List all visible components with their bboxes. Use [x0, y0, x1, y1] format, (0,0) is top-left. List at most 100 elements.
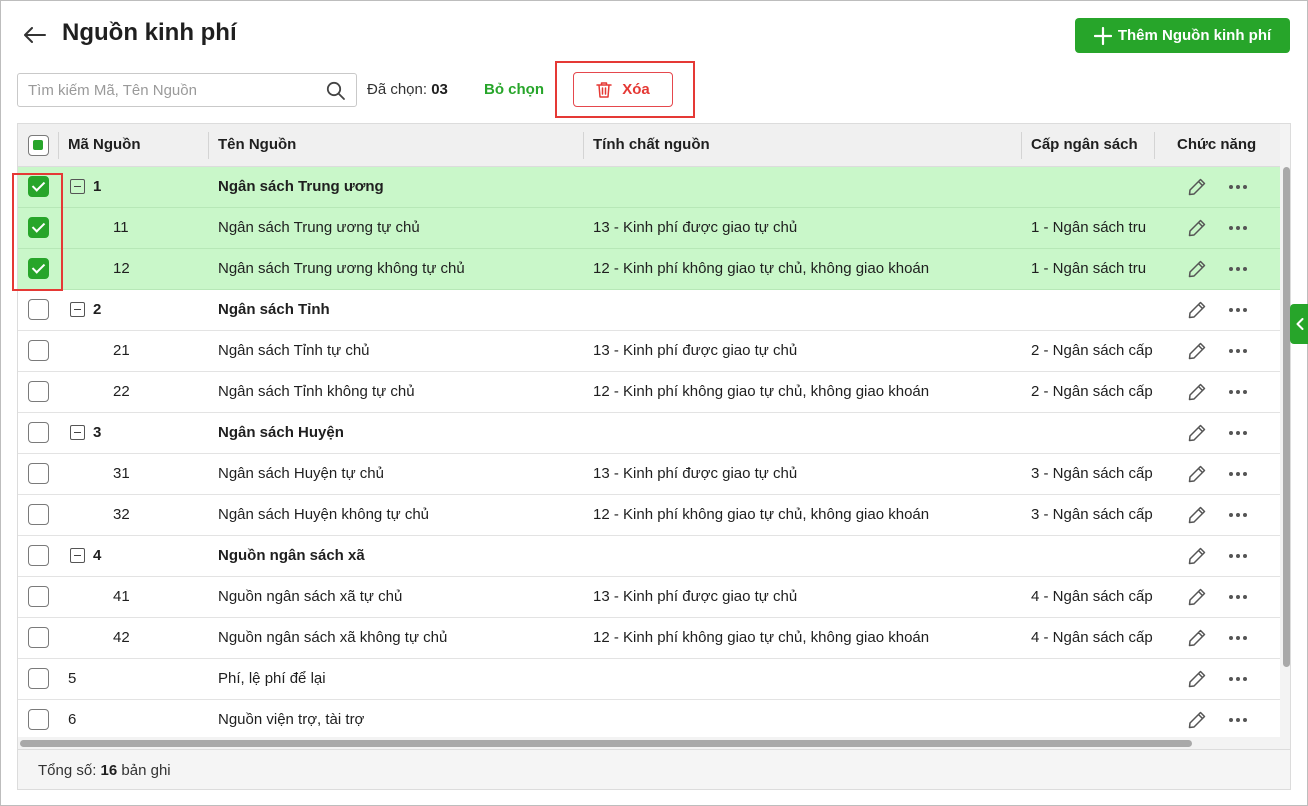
search-box	[17, 73, 357, 107]
collapse-minus-icon[interactable]	[70, 548, 85, 563]
pencil-icon[interactable]	[1187, 710, 1207, 730]
table-row[interactable]: 21 Ngân sách Tỉnh tự chủ 13 - Kinh phí đượ…	[18, 331, 1280, 372]
table-footer: Tổng số: 16 bản ghi	[18, 749, 1290, 789]
table-row[interactable]: 3 Ngân sách Huyện	[18, 413, 1280, 454]
add-funding-source-button[interactable]: Thêm Nguồn kinh phí	[1075, 18, 1290, 53]
table-row[interactable]: 11 Ngân sách Trung ương tự chủ 13 - Kinh p…	[18, 208, 1280, 249]
table-row[interactable]: 12 Ngân sách Trung ương không tự chủ 12 - …	[18, 249, 1280, 290]
collapse-minus-icon[interactable]	[70, 425, 85, 440]
more-horizontal-icon[interactable]	[1226, 464, 1250, 484]
pencil-icon[interactable]	[1187, 546, 1207, 566]
pencil-icon[interactable]	[1187, 382, 1207, 402]
more-horizontal-icon[interactable]	[1226, 710, 1250, 730]
pencil-icon[interactable]	[1187, 300, 1207, 320]
search-icon[interactable]	[326, 81, 346, 101]
more-horizontal-icon[interactable]	[1226, 505, 1250, 525]
table-row[interactable]: 42 Nguồn ngân sách xã không tự chủ 12 - Ki…	[18, 618, 1280, 659]
collapse-minus-icon[interactable]	[70, 179, 85, 194]
table-header: Mã Nguồn Tên Nguồn Tính chất nguồn Cấp n…	[18, 124, 1280, 167]
more-horizontal-icon[interactable]	[1226, 259, 1250, 279]
row-checkbox[interactable]	[28, 299, 49, 320]
cell-code: 5	[68, 670, 77, 687]
deselect-button[interactable]: Bỏ chọn	[484, 81, 544, 98]
more-horizontal-icon[interactable]	[1226, 218, 1250, 238]
row-checkbox[interactable]	[28, 709, 49, 730]
table-row[interactable]: 41 Nguồn ngân sách xã tự chủ 13 - Kinh phí…	[18, 577, 1280, 618]
more-horizontal-icon[interactable]	[1226, 669, 1250, 689]
horizontal-scrollbar[interactable]	[18, 737, 1280, 749]
cell-name: Nguồn ngân sách xã tự chủ	[218, 588, 403, 605]
vertical-scrollbar[interactable]	[1280, 124, 1290, 749]
column-header-actions: Chức năng	[1177, 136, 1257, 153]
cell-code: 12	[113, 260, 130, 277]
table-row[interactable]: 22 Ngân sách Tỉnh không tự chủ 12 - Kinh p…	[18, 372, 1280, 413]
pencil-icon[interactable]	[1187, 177, 1207, 197]
collapse-minus-icon[interactable]	[70, 302, 85, 317]
pencil-icon[interactable]	[1187, 218, 1207, 238]
cell-nature	[593, 290, 1018, 330]
more-horizontal-icon[interactable]	[1226, 341, 1250, 361]
cell-code: 1	[93, 178, 102, 195]
pencil-icon[interactable]	[1187, 259, 1207, 279]
row-checkbox[interactable]	[28, 340, 49, 361]
table-row[interactable]: 1 Ngân sách Trung ương	[18, 167, 1280, 208]
table-row[interactable]: 4 Nguồn ngân sách xã	[18, 536, 1280, 577]
select-all-checkbox[interactable]	[28, 135, 49, 156]
pencil-icon[interactable]	[1187, 669, 1207, 689]
side-panel-toggle[interactable]	[1290, 304, 1308, 344]
more-horizontal-icon[interactable]	[1226, 423, 1250, 443]
column-divider	[208, 132, 209, 159]
more-horizontal-icon[interactable]	[1226, 382, 1250, 402]
row-checkbox[interactable]	[28, 545, 49, 566]
search-input[interactable]	[18, 74, 318, 106]
more-horizontal-icon[interactable]	[1226, 587, 1250, 607]
column-header-nature[interactable]: Tính chất nguồn	[593, 124, 710, 167]
more-horizontal-icon[interactable]	[1226, 546, 1250, 566]
row-checkbox[interactable]	[28, 381, 49, 402]
cell-name: Ngân sách Huyện không tự chủ	[218, 506, 430, 523]
column-header-code[interactable]: Mã Nguồn	[68, 124, 141, 167]
chevron-left-icon	[1296, 318, 1303, 330]
pencil-icon[interactable]	[1187, 628, 1207, 648]
table-row[interactable]: 31 Ngân sách Huyện tự chủ 13 - Kinh phí đư…	[18, 454, 1280, 495]
table-row[interactable]: 5 Phí, lệ phí để lại	[18, 659, 1280, 700]
column-divider	[583, 132, 584, 159]
pencil-icon[interactable]	[1187, 587, 1207, 607]
cell-name: Ngân sách Trung ương không tự chủ	[218, 260, 465, 277]
pencil-icon[interactable]	[1187, 464, 1207, 484]
cell-code: 31	[113, 465, 130, 482]
row-checkbox[interactable]	[28, 627, 49, 648]
back-button[interactable]	[21, 23, 49, 47]
cell-name: Ngân sách Trung ương	[218, 178, 384, 195]
cell-budget-level	[1031, 290, 1154, 330]
cell-name: Nguồn ngân sách xã	[218, 547, 365, 564]
trash-icon	[596, 82, 612, 98]
table-row[interactable]: 2 Ngân sách Tỉnh	[18, 290, 1280, 331]
table-row[interactable]: 6 Nguồn viện trợ, tài trợ	[18, 700, 1280, 741]
vertical-scrollbar-thumb[interactable]	[1283, 167, 1290, 667]
table-row[interactable]: 32 Ngân sách Huyện không tự chủ 12 - Kinh …	[18, 495, 1280, 536]
row-checkbox[interactable]	[28, 422, 49, 443]
row-checkbox[interactable]	[28, 668, 49, 689]
cell-name: Ngân sách Tỉnh tự chủ	[218, 342, 370, 359]
more-horizontal-icon[interactable]	[1226, 300, 1250, 320]
cell-code: 3	[93, 424, 102, 441]
pencil-icon[interactable]	[1187, 423, 1207, 443]
row-checkbox[interactable]	[28, 504, 49, 525]
column-header-name[interactable]: Tên Nguồn	[218, 124, 296, 167]
row-checkbox[interactable]	[28, 463, 49, 484]
column-header-budget-level[interactable]: Cấp ngân sách	[1031, 124, 1138, 167]
horizontal-scrollbar-thumb[interactable]	[20, 740, 1192, 747]
row-checkbox[interactable]	[28, 586, 49, 607]
pencil-icon[interactable]	[1187, 341, 1207, 361]
cell-code: 2	[93, 301, 102, 318]
delete-button[interactable]: Xóa	[573, 72, 673, 107]
arrow-left-icon	[24, 27, 46, 43]
total-label: Tổng số:	[38, 762, 97, 779]
more-horizontal-icon[interactable]	[1226, 628, 1250, 648]
cell-nature: 12 - Kinh phí không giao tự chủ, không g…	[593, 383, 930, 400]
cell-nature	[593, 536, 1018, 576]
more-horizontal-icon[interactable]	[1226, 177, 1250, 197]
pencil-icon[interactable]	[1187, 505, 1207, 525]
cell-budget-level: 3 - Ngân sách cấp	[1031, 465, 1153, 482]
